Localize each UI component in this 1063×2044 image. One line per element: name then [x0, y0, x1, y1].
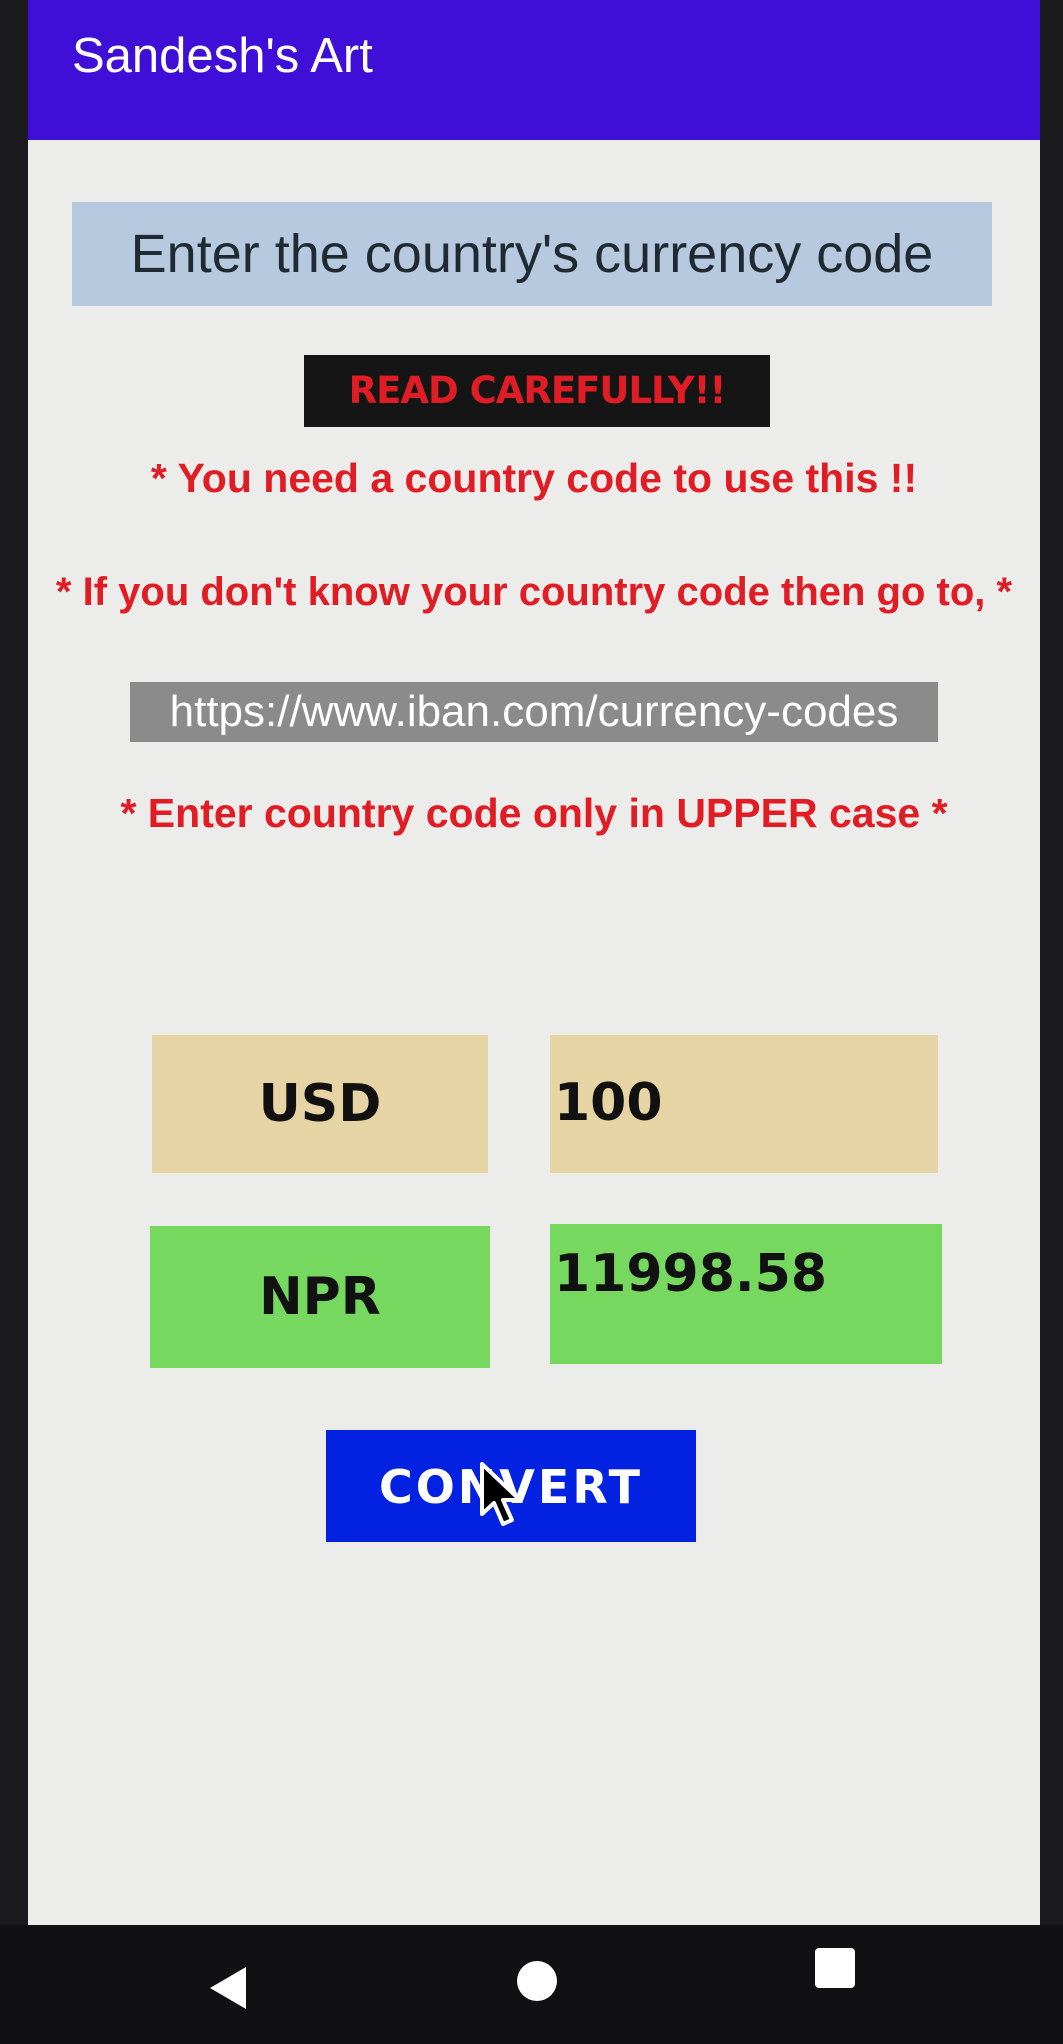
app-screen: Sandesh's Art Enter the country's curren…: [28, 0, 1040, 1925]
converted-amount-output: 11998.58: [550, 1224, 942, 1364]
page-heading: Enter the country's currency code: [72, 202, 992, 306]
converted-amount-value: 11998.58: [554, 1244, 828, 1304]
from-amount-input[interactable]: 100: [550, 1035, 938, 1173]
app-bar: Sandesh's Art: [28, 0, 1040, 140]
to-currency-input[interactable]: NPR: [150, 1226, 490, 1368]
from-currency-input[interactable]: USD: [152, 1035, 488, 1173]
currency-codes-link[interactable]: https://www.iban.com/currency-codes: [130, 682, 938, 742]
mouse-pointer-icon: [480, 1462, 522, 1526]
note-need-code: * You need a country code to use this !!: [150, 455, 918, 501]
app-title: Sandesh's Art: [72, 29, 373, 83]
note-upper-case: * Enter country code only in UPPER case …: [120, 790, 948, 836]
note-dont-know-code: * If you don't know your country code th…: [55, 570, 1013, 614]
read-carefully-badge: READ CAREFULLY!!: [304, 355, 770, 427]
recents-square-icon[interactable]: [815, 1948, 855, 1988]
home-circle-icon[interactable]: [517, 1961, 557, 2001]
from-amount-value: 100: [554, 1073, 663, 1133]
back-triangle-icon[interactable]: [206, 1963, 250, 2013]
